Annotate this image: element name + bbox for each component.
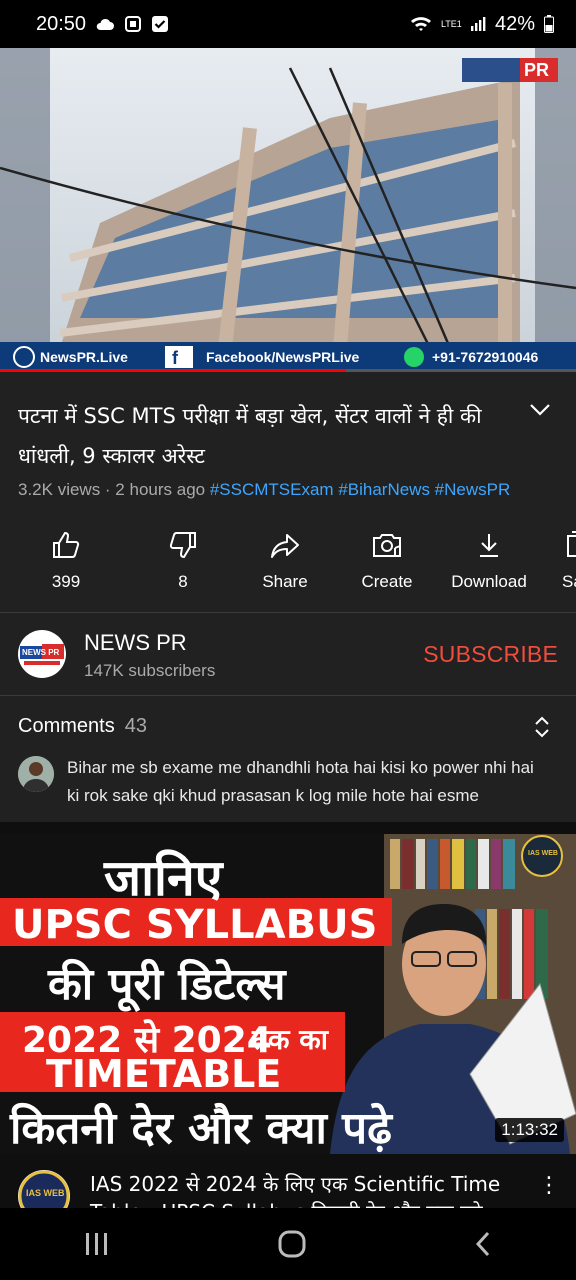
video-meta: 3.2K views · 2 hours ago #SSCMTSExam #Bi…	[18, 480, 510, 500]
ias-web-badge-text: IAS WEB	[528, 850, 558, 857]
recent-apps-icon[interactable]	[83, 1231, 111, 1257]
thumb-text-5: TIMETABLE	[46, 1052, 282, 1096]
ticker-website: NewsPR.Live	[40, 349, 128, 365]
back-icon[interactable]	[473, 1230, 493, 1258]
cloud-icon	[96, 18, 115, 30]
svg-text:f: f	[172, 348, 179, 368]
create-icon	[373, 534, 401, 557]
thumb-text-3: की पूरी डिटेल्स	[48, 959, 286, 1010]
video-title: पटना में SSC MTS परीक्षा में बड़ा खेल, स…	[18, 404, 482, 468]
status-bar: 20:50 LTE1 42%	[0, 0, 576, 48]
video-player[interactable]: f PR NewsPR.Live Facebook/NewsPRLive +91…	[0, 48, 576, 372]
comments-title: Comments	[18, 715, 115, 737]
next-channel-avatar-text: IAS WEB	[26, 1188, 65, 1198]
ticker-facebook: Facebook/NewsPRLive	[206, 349, 360, 365]
video-frame: f	[0, 48, 576, 372]
chevron-down-icon[interactable]	[528, 402, 552, 418]
section-gap	[0, 822, 576, 834]
more-options-icon[interactable]: ⋮	[538, 1172, 560, 1198]
battery-icon	[544, 15, 554, 33]
next-channel-avatar[interactable]: IAS WEB	[18, 1170, 70, 1208]
share-button[interactable]: Share	[234, 522, 336, 612]
channel-name[interactable]: NEWS PR	[84, 630, 187, 656]
download-button[interactable]: Download	[438, 522, 540, 612]
subscribe-button[interactable]: SUBSCRIBE	[423, 641, 558, 668]
action-bar: 399 8 Share Create Download Sa	[0, 522, 576, 612]
expand-icon[interactable]	[534, 715, 550, 739]
share-icon	[271, 534, 299, 558]
next-video-info[interactable]: IAS WEB IAS 2022 से 2024 के लिए एक Scien…	[0, 1154, 576, 1208]
wifi-icon	[410, 17, 431, 31]
save-icon	[567, 531, 576, 557]
dislike-button[interactable]: 8	[132, 522, 234, 612]
thumb-text-2: UPSC SYLLABUS	[12, 902, 378, 948]
thumbs-up-icon	[53, 531, 80, 558]
network-type: LTE1	[440, 18, 462, 29]
download-icon	[480, 534, 498, 557]
comments-count: 43	[124, 715, 147, 737]
commenter-avatar[interactable]	[18, 756, 54, 792]
home-icon[interactable]	[277, 1229, 307, 1259]
create-button[interactable]: Create	[336, 522, 438, 612]
battery-percent: 42%	[494, 12, 535, 35]
next-video-title[interactable]: IAS 2022 से 2024 के लिए एक Scientific Ti…	[90, 1170, 510, 1208]
channel-avatar-text: NEWS PR	[22, 648, 60, 657]
notification-icon	[125, 16, 142, 32]
system-nav-bar	[0, 1208, 576, 1280]
comments-header: Comments 43	[18, 715, 147, 738]
channel-row[interactable]: NEWS PR NEWS PR 147K subscribers SUBSCRI…	[0, 613, 576, 695]
check-box-icon	[152, 16, 169, 32]
channel-avatar[interactable]: NEWS PR	[18, 630, 66, 678]
video-info[interactable]: पटना में SSC MTS परीक्षा में बड़ा खेल, स…	[0, 372, 576, 522]
video-duration: 1:13:32	[495, 1118, 564, 1142]
clock: 20:50	[36, 12, 87, 35]
views-and-time: 3.2K views · 2 hours ago	[18, 480, 206, 499]
hashtags[interactable]: #SSCMTSExam #BiharNews #NewsPR	[210, 480, 510, 499]
thumbs-down-icon	[169, 532, 196, 559]
thumb-text-1: जानिए	[104, 849, 223, 907]
ticker-whatsapp: +91-7672910046	[432, 349, 539, 365]
channel-watermark: PR	[524, 60, 550, 80]
like-button[interactable]: 399	[0, 522, 132, 612]
subscriber-count: 147K subscribers	[84, 661, 216, 680]
top-comment-text: Bihar me sb exame me dhandhli hota hai k…	[67, 758, 534, 805]
comments-section[interactable]: Comments 43 Bihar me sb exame me dhandhli…	[0, 696, 576, 822]
thumb-text-6: कितनी देर और क्या पढ़े	[10, 1103, 392, 1154]
save-button[interactable]: Sa	[540, 522, 576, 612]
avatar-photo	[18, 756, 54, 792]
signal-icon	[470, 17, 486, 31]
next-video-thumbnail[interactable]: जानिए UPSC SYLLABUS की पूरी डिटेल्स 2022…	[0, 834, 576, 1154]
